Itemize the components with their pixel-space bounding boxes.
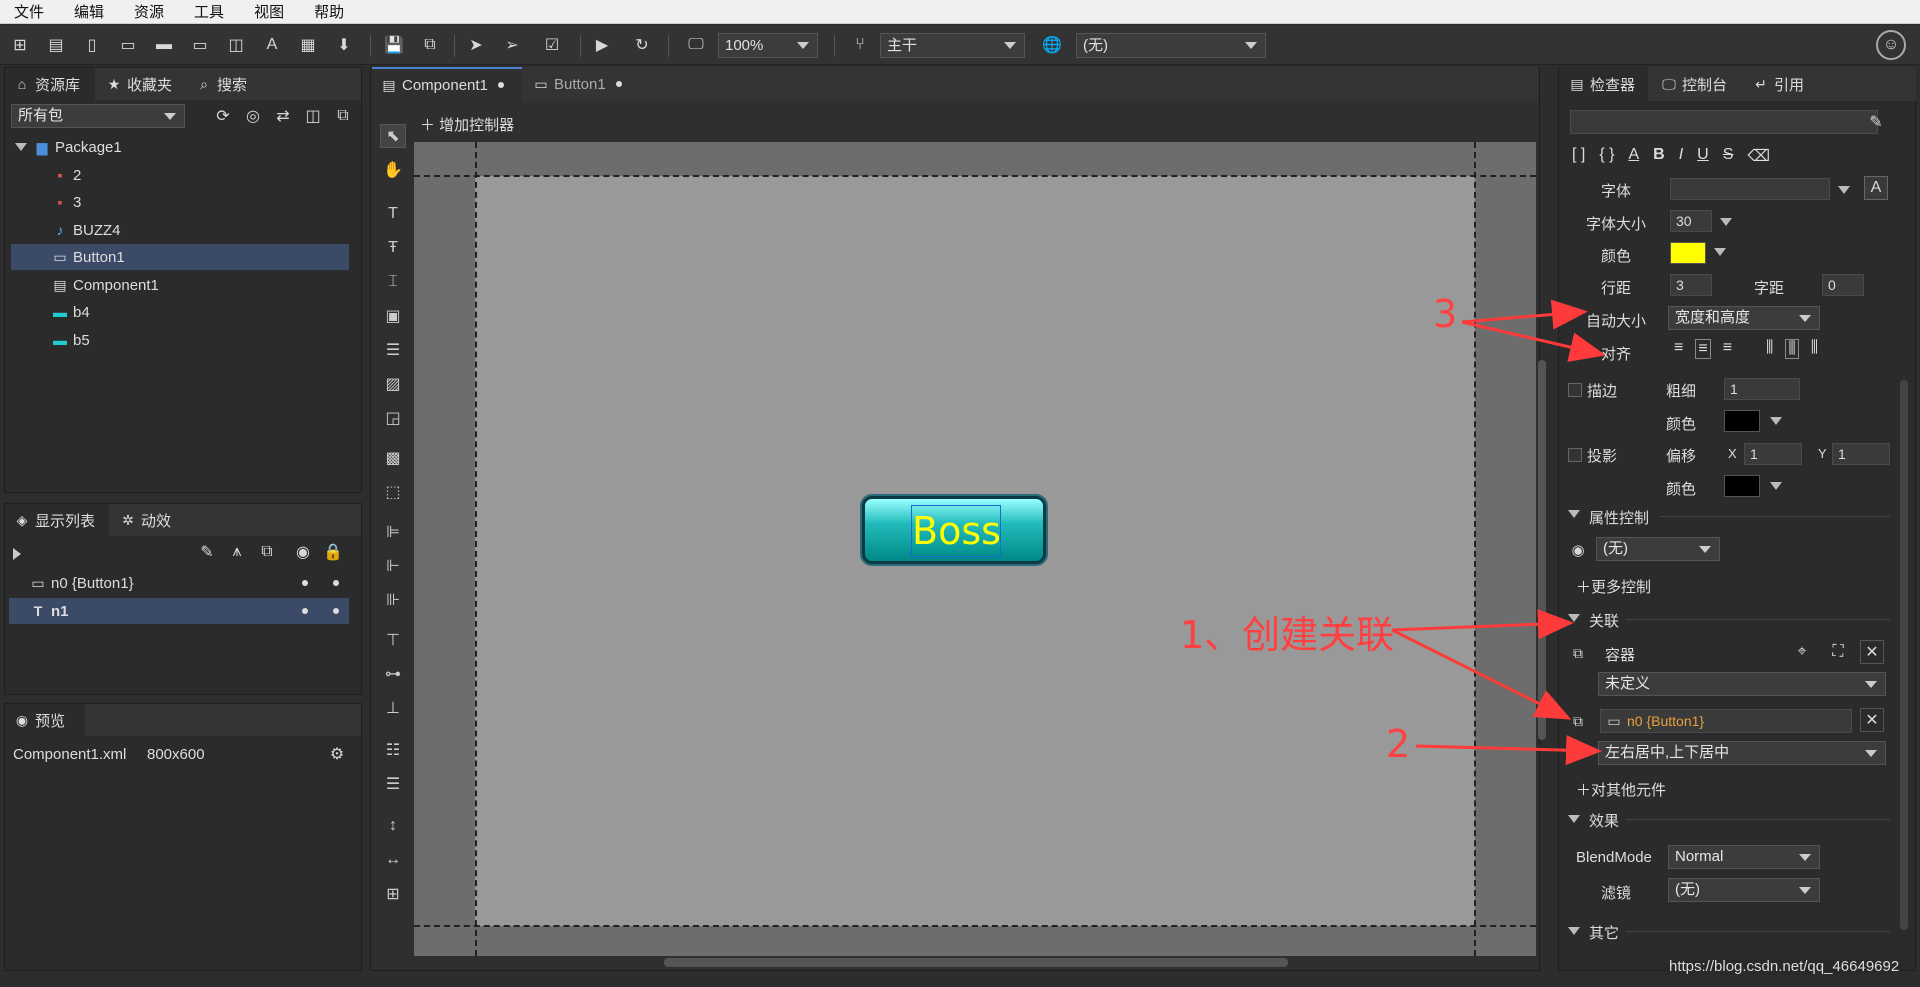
annotation-arrows <box>1391 299 1606 766</box>
annotation-1: 1、创建关联 <box>1180 613 1395 657</box>
arrow-2-relation-type <box>1415 735 1602 766</box>
arrow-1-target <box>1391 628 1572 720</box>
arrow-3-autosize <box>1461 299 1588 330</box>
watermark-text: https://blog.csdn.net/qq_46649692 <box>1665 958 1904 975</box>
annotation-2: 2 <box>1386 722 1411 766</box>
arrow-1-relation <box>1391 609 1574 640</box>
arrow-3-align <box>1461 320 1606 362</box>
annotation-3: 3 <box>1433 292 1458 336</box>
